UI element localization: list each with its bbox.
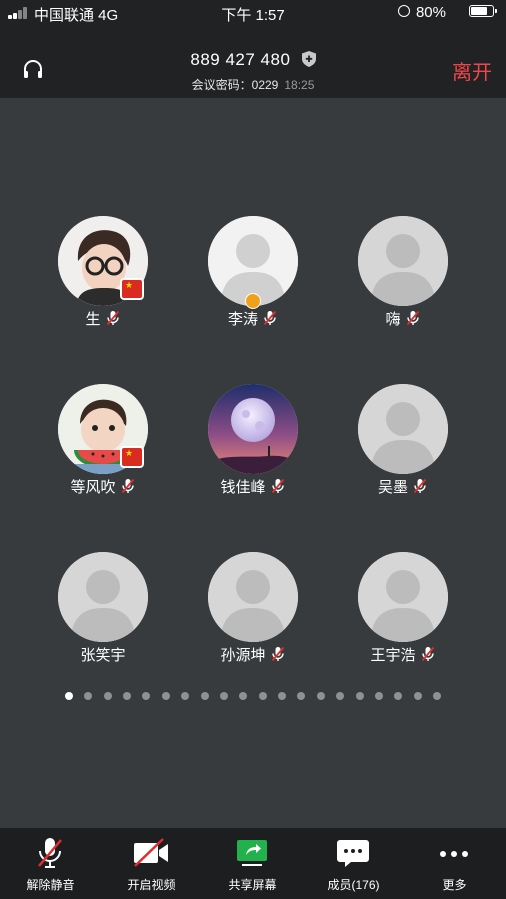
mic-muted-icon — [421, 646, 434, 662]
mic-muted-icon — [106, 310, 119, 326]
participant-name-row: 李涛 — [178, 308, 328, 329]
page-dot[interactable] — [336, 692, 345, 700]
page-dot[interactable] — [84, 692, 93, 700]
share-screen-button[interactable]: 共享屏幕 — [202, 828, 303, 899]
page-dot[interactable] — [161, 692, 170, 700]
mic-muted-icon — [271, 646, 284, 662]
participant-tile[interactable]: 王宇浩 — [328, 552, 478, 682]
unmute-button[interactable]: 解除静音 — [0, 828, 101, 899]
rotation-lock-icon — [398, 5, 410, 17]
participant-name-row: 钱佳峰 — [178, 476, 328, 497]
page-dot[interactable] — [374, 692, 383, 700]
chat-bubble-icon — [337, 840, 369, 867]
participant-name-row: 张笑宇 — [28, 644, 178, 665]
participant-name: 李涛 — [227, 311, 258, 328]
host-badge-icon — [245, 293, 261, 309]
share-screen-label: 共享屏幕 — [228, 878, 277, 892]
page-dot[interactable] — [103, 692, 112, 700]
leave-button[interactable]: 离开 — [452, 56, 492, 85]
participant-avatar — [58, 552, 148, 642]
participant-name: 孙源坤 — [220, 647, 266, 664]
page-dot[interactable] — [200, 692, 209, 700]
participant-avatar — [358, 216, 448, 306]
participant-name: 嗨 — [385, 311, 401, 328]
elapsed-time: 18:25 — [284, 78, 315, 92]
participant-name-row: 等风吹 — [28, 476, 178, 497]
participant-tile[interactable]: 孙源坤 — [178, 552, 328, 682]
start-video-label: 开启视频 — [127, 878, 176, 892]
page-dot[interactable] — [413, 692, 422, 700]
page-dot[interactable] — [394, 692, 403, 700]
start-video-button[interactable]: 开启视频 — [101, 828, 202, 899]
participant-name-row: 吴墨 — [328, 476, 478, 497]
participant-name: 吴墨 — [377, 479, 408, 496]
participant-name: 等风吹 — [70, 479, 116, 496]
meeting-toolbar: 解除静音 开启视频 共享屏幕 成员(176) 更多 — [0, 828, 506, 899]
password-row: 会议密码：0229 18:25 — [0, 76, 506, 93]
status-bar: 中国联通 4G 下午 1:57 80% — [0, 0, 506, 24]
page-dot[interactable] — [316, 692, 325, 700]
members-button[interactable]: 成员(176) — [303, 828, 404, 899]
meeting-id-row[interactable]: 889 427 480 — [0, 50, 506, 70]
more-button[interactable]: 更多 — [404, 828, 505, 899]
share-screen-icon — [237, 840, 267, 866]
password-value: 0229 — [251, 78, 279, 92]
members-label: 成员(176) — [327, 878, 380, 892]
page-dot[interactable] — [355, 692, 364, 700]
mic-muted-icon — [121, 478, 134, 494]
battery-percent: 80% — [415, 4, 446, 21]
participant-tile[interactable]: 钱佳峰 — [178, 384, 328, 514]
participant-tile[interactable]: 等风吹 — [28, 384, 178, 514]
participant-name-row: 嗨 — [328, 308, 478, 329]
page-dot[interactable] — [239, 692, 248, 700]
participant-tile[interactable]: 吴墨 — [328, 384, 478, 514]
password-label: 会议密码： — [191, 78, 252, 92]
unmute-label: 解除静音 — [26, 878, 75, 892]
participant-name: 钱佳峰 — [220, 479, 266, 496]
battery-icon — [469, 5, 497, 17]
participant-tile[interactable]: 嗨 — [328, 216, 478, 346]
more-dots-icon — [440, 851, 468, 857]
participant-avatar — [358, 552, 448, 642]
page-dot[interactable] — [142, 692, 151, 700]
flag-badge-icon — [120, 278, 144, 300]
mic-muted-icon — [263, 310, 277, 326]
mic-muted-icon — [406, 310, 419, 326]
participant-name-row: 王宇浩 — [328, 644, 478, 665]
page-dot[interactable] — [258, 692, 267, 700]
page-dot[interactable] — [123, 692, 132, 700]
page-dot[interactable] — [433, 692, 442, 700]
camera-off-icon — [134, 838, 168, 867]
participant-avatar — [208, 552, 298, 642]
page-dot[interactable] — [181, 692, 190, 700]
page-dot[interactable] — [278, 692, 287, 700]
participant-avatar — [358, 384, 448, 474]
participant-name: 张笑宇 — [80, 647, 126, 664]
mic-muted-icon — [271, 478, 284, 494]
page-dot[interactable] — [64, 692, 73, 700]
participant-name-row: 孙源坤 — [178, 644, 328, 665]
participant-avatar — [208, 384, 298, 474]
shield-icon — [301, 51, 316, 67]
more-label: 更多 — [442, 878, 467, 892]
participant-name: 生 — [85, 311, 101, 328]
page-indicator[interactable] — [0, 692, 506, 702]
participant-tile[interactable]: 张笑宇 — [28, 552, 178, 682]
participant-tile[interactable]: 李涛 — [178, 216, 328, 346]
page-dot[interactable] — [297, 692, 306, 700]
participant-name: 王宇浩 — [370, 647, 416, 664]
flag-badge-icon — [120, 446, 144, 468]
microphone-muted-icon — [38, 838, 62, 868]
meeting-id: 889 427 480 — [190, 50, 291, 69]
participant-name-row: 生 — [28, 308, 178, 329]
participant-tile[interactable]: 生 — [28, 216, 178, 346]
page-dot[interactable] — [219, 692, 228, 700]
meeting-header: 889 427 480 会议密码：0229 18:25 离开 — [0, 24, 506, 98]
participant-grid: 生 李涛 嗨 等风吹 钱佳峰 吴墨 — [0, 98, 506, 728]
mic-muted-icon — [413, 478, 427, 494]
